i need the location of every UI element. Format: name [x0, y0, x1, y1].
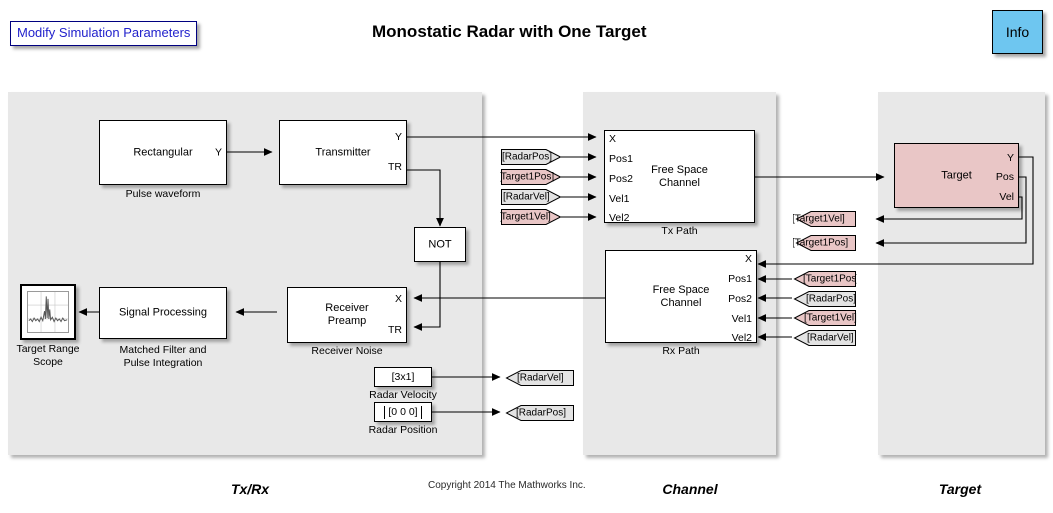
- caption-target-range-scope: Target Range Scope: [16, 343, 80, 368]
- port-out-tr: TR: [388, 161, 402, 173]
- port-in-tr: TR: [388, 324, 402, 336]
- caption-rx-path: Rx Path: [662, 345, 700, 357]
- port-in-x: X: [609, 133, 617, 145]
- port-out-y: Y: [214, 146, 222, 158]
- tag-label: [Target1Pos]: [803, 273, 857, 285]
- port-in-pos1: Pos1: [609, 153, 633, 165]
- modify-simulation-parameters-button[interactable]: Modify Simulation Parameters: [10, 21, 198, 46]
- port-in-vel2: Vel2: [609, 212, 630, 224]
- from-tag-target1pos[interactable]: [Target1Pos]: [500, 168, 562, 186]
- caption-pulse-waveform: Pulse waveform: [125, 188, 201, 200]
- page-title: Monostatic Radar with One Target: [372, 22, 647, 41]
- port-in-x: X: [744, 253, 752, 265]
- from-tag-radarpos[interactable]: [RadarPos]: [500, 148, 562, 166]
- block-tx-path[interactable]: Free Space Channel X Pos1 Pos2 Vel1 Vel2: [604, 130, 755, 224]
- port-in-pos2: Pos2: [609, 173, 633, 185]
- goto-tag-radarvel[interactable]: [RadarVel]: [503, 369, 575, 387]
- block-title: Transmitter: [315, 146, 371, 158]
- scope-waveform-icon: [28, 292, 68, 332]
- block-radar-velocity[interactable]: [3x1]: [374, 367, 432, 387]
- scope-plot-area: [27, 291, 69, 333]
- port-out-y: Y: [394, 131, 402, 143]
- port-out-pos: Pos: [995, 171, 1014, 183]
- tag-label: [Target1Vel]: [793, 213, 845, 225]
- copyright-notice: Copyright 2014 The Mathworks Inc.: [428, 480, 586, 491]
- port-out-y: Y: [1006, 152, 1014, 164]
- block-pulse-waveform[interactable]: Rectangular Y: [99, 120, 227, 185]
- from-tag-rx-radarvel[interactable]: [RadarVel]: [791, 329, 857, 347]
- port-in-x: X: [394, 293, 402, 305]
- from-tag-radarvel[interactable]: [RadarVel]: [500, 188, 562, 206]
- panel-label-txrx: Tx/Rx: [230, 481, 270, 497]
- tag-label: [RadarPos]: [516, 407, 567, 419]
- port-in-pos1: Pos1: [728, 273, 752, 285]
- tag-label: [Target1Pos]: [793, 237, 849, 249]
- tag-label: [Target1Pos]: [500, 171, 555, 183]
- block-receiver-preamp[interactable]: Receiver Preamp X TR: [287, 287, 407, 343]
- port-in-vel1: Vel1: [731, 313, 752, 325]
- port-in-pos2: Pos2: [728, 293, 752, 305]
- diagram-canvas: [8, 92, 1045, 455]
- block-target-range-scope[interactable]: [20, 284, 76, 340]
- port-in-vel2: Vel2: [731, 332, 752, 344]
- block-title: Rectangular: [133, 146, 193, 158]
- from-tag-rx-radarpos[interactable]: [RadarPos]: [791, 290, 857, 308]
- caption-radar-velocity: Radar Velocity: [369, 389, 437, 401]
- caption-tx-path: Tx Path: [661, 225, 698, 237]
- goto-tag-target1vel[interactable]: [Target1Vel]: [793, 210, 857, 228]
- block-transmitter[interactable]: Transmitter Y TR: [279, 120, 407, 185]
- panel-label-channel: Channel: [662, 481, 718, 497]
- block-not-gate[interactable]: NOT: [414, 227, 466, 262]
- info-button[interactable]: Info: [992, 10, 1043, 54]
- block-title: Signal Processing: [118, 306, 208, 319]
- from-tag-target1vel[interactable]: [Target1Vel]: [500, 208, 562, 226]
- tag-label: [RadarVel]: [503, 191, 550, 203]
- tag-label: [Target1Vel]: [804, 312, 857, 324]
- block-signal-processing[interactable]: Signal Processing: [99, 287, 227, 339]
- from-tag-rx-target1pos[interactable]: [Target1Pos]: [791, 270, 857, 288]
- tag-label: [RadarVel]: [517, 372, 564, 384]
- tag-label: [Target1Vel]: [500, 211, 551, 223]
- tag-label: [RadarPos]: [806, 293, 857, 305]
- tag-label: [RadarPos]: [502, 151, 553, 163]
- port-in-vel1: Vel1: [609, 193, 630, 205]
- radar-position-value: [0 0 0]: [384, 405, 422, 419]
- tag-label: [RadarVel]: [807, 332, 854, 344]
- caption-signal-processing: Matched Filter and Pulse Integration: [119, 344, 207, 369]
- goto-tag-radarpos[interactable]: [RadarPos]: [503, 404, 575, 422]
- goto-tag-target1pos[interactable]: [Target1Pos]: [793, 234, 857, 252]
- block-radar-position[interactable]: [0 0 0]: [374, 402, 432, 422]
- panel-label-target: Target: [938, 481, 982, 497]
- block-rx-path[interactable]: Free Space Channel X Pos1 Pos2 Vel1 Vel2: [605, 250, 757, 344]
- caption-receiver-noise: Receiver Noise: [311, 345, 383, 357]
- caption-radar-position: Radar Position: [368, 424, 438, 436]
- block-target[interactable]: Target Y Pos Vel: [894, 143, 1019, 208]
- port-out-vel: Vel: [999, 191, 1014, 203]
- block-title: NOT: [428, 238, 452, 250]
- from-tag-rx-target1vel[interactable]: [Target1Vel]: [791, 309, 857, 327]
